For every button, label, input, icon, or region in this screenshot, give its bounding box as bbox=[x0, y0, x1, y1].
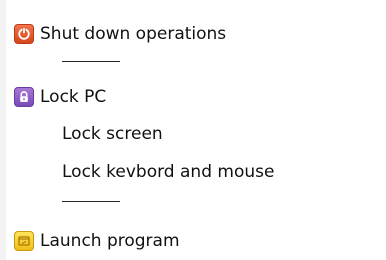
menu-separator bbox=[62, 61, 120, 62]
context-menu: Shut down operations Lock PC Lock screen… bbox=[0, 0, 386, 260]
power-icon bbox=[14, 24, 34, 44]
launch-program-icon bbox=[14, 231, 34, 251]
menu-item-lock-keyboard-and-mouse[interactable]: Lock kevbord and mouse bbox=[0, 158, 330, 186]
menu-separator bbox=[62, 201, 120, 202]
menu-item-launch-program[interactable]: Launch program bbox=[0, 227, 260, 255]
menu-item-lock-pc[interactable]: Lock PC bbox=[0, 83, 200, 111]
menu-item-label: Launch program bbox=[40, 231, 180, 251]
menu-item-shut-down-operations[interactable]: Shut down operations bbox=[0, 20, 320, 48]
lock-icon bbox=[14, 87, 34, 107]
menu-item-label: Shut down operations bbox=[40, 24, 227, 44]
menu-item-label: Lock kevbord and mouse bbox=[62, 162, 275, 182]
menu-item-label: Lock PC bbox=[40, 87, 107, 107]
menu-item-label: Lock screen bbox=[62, 124, 163, 144]
menu-item-lock-screen[interactable]: Lock screen bbox=[0, 120, 240, 148]
